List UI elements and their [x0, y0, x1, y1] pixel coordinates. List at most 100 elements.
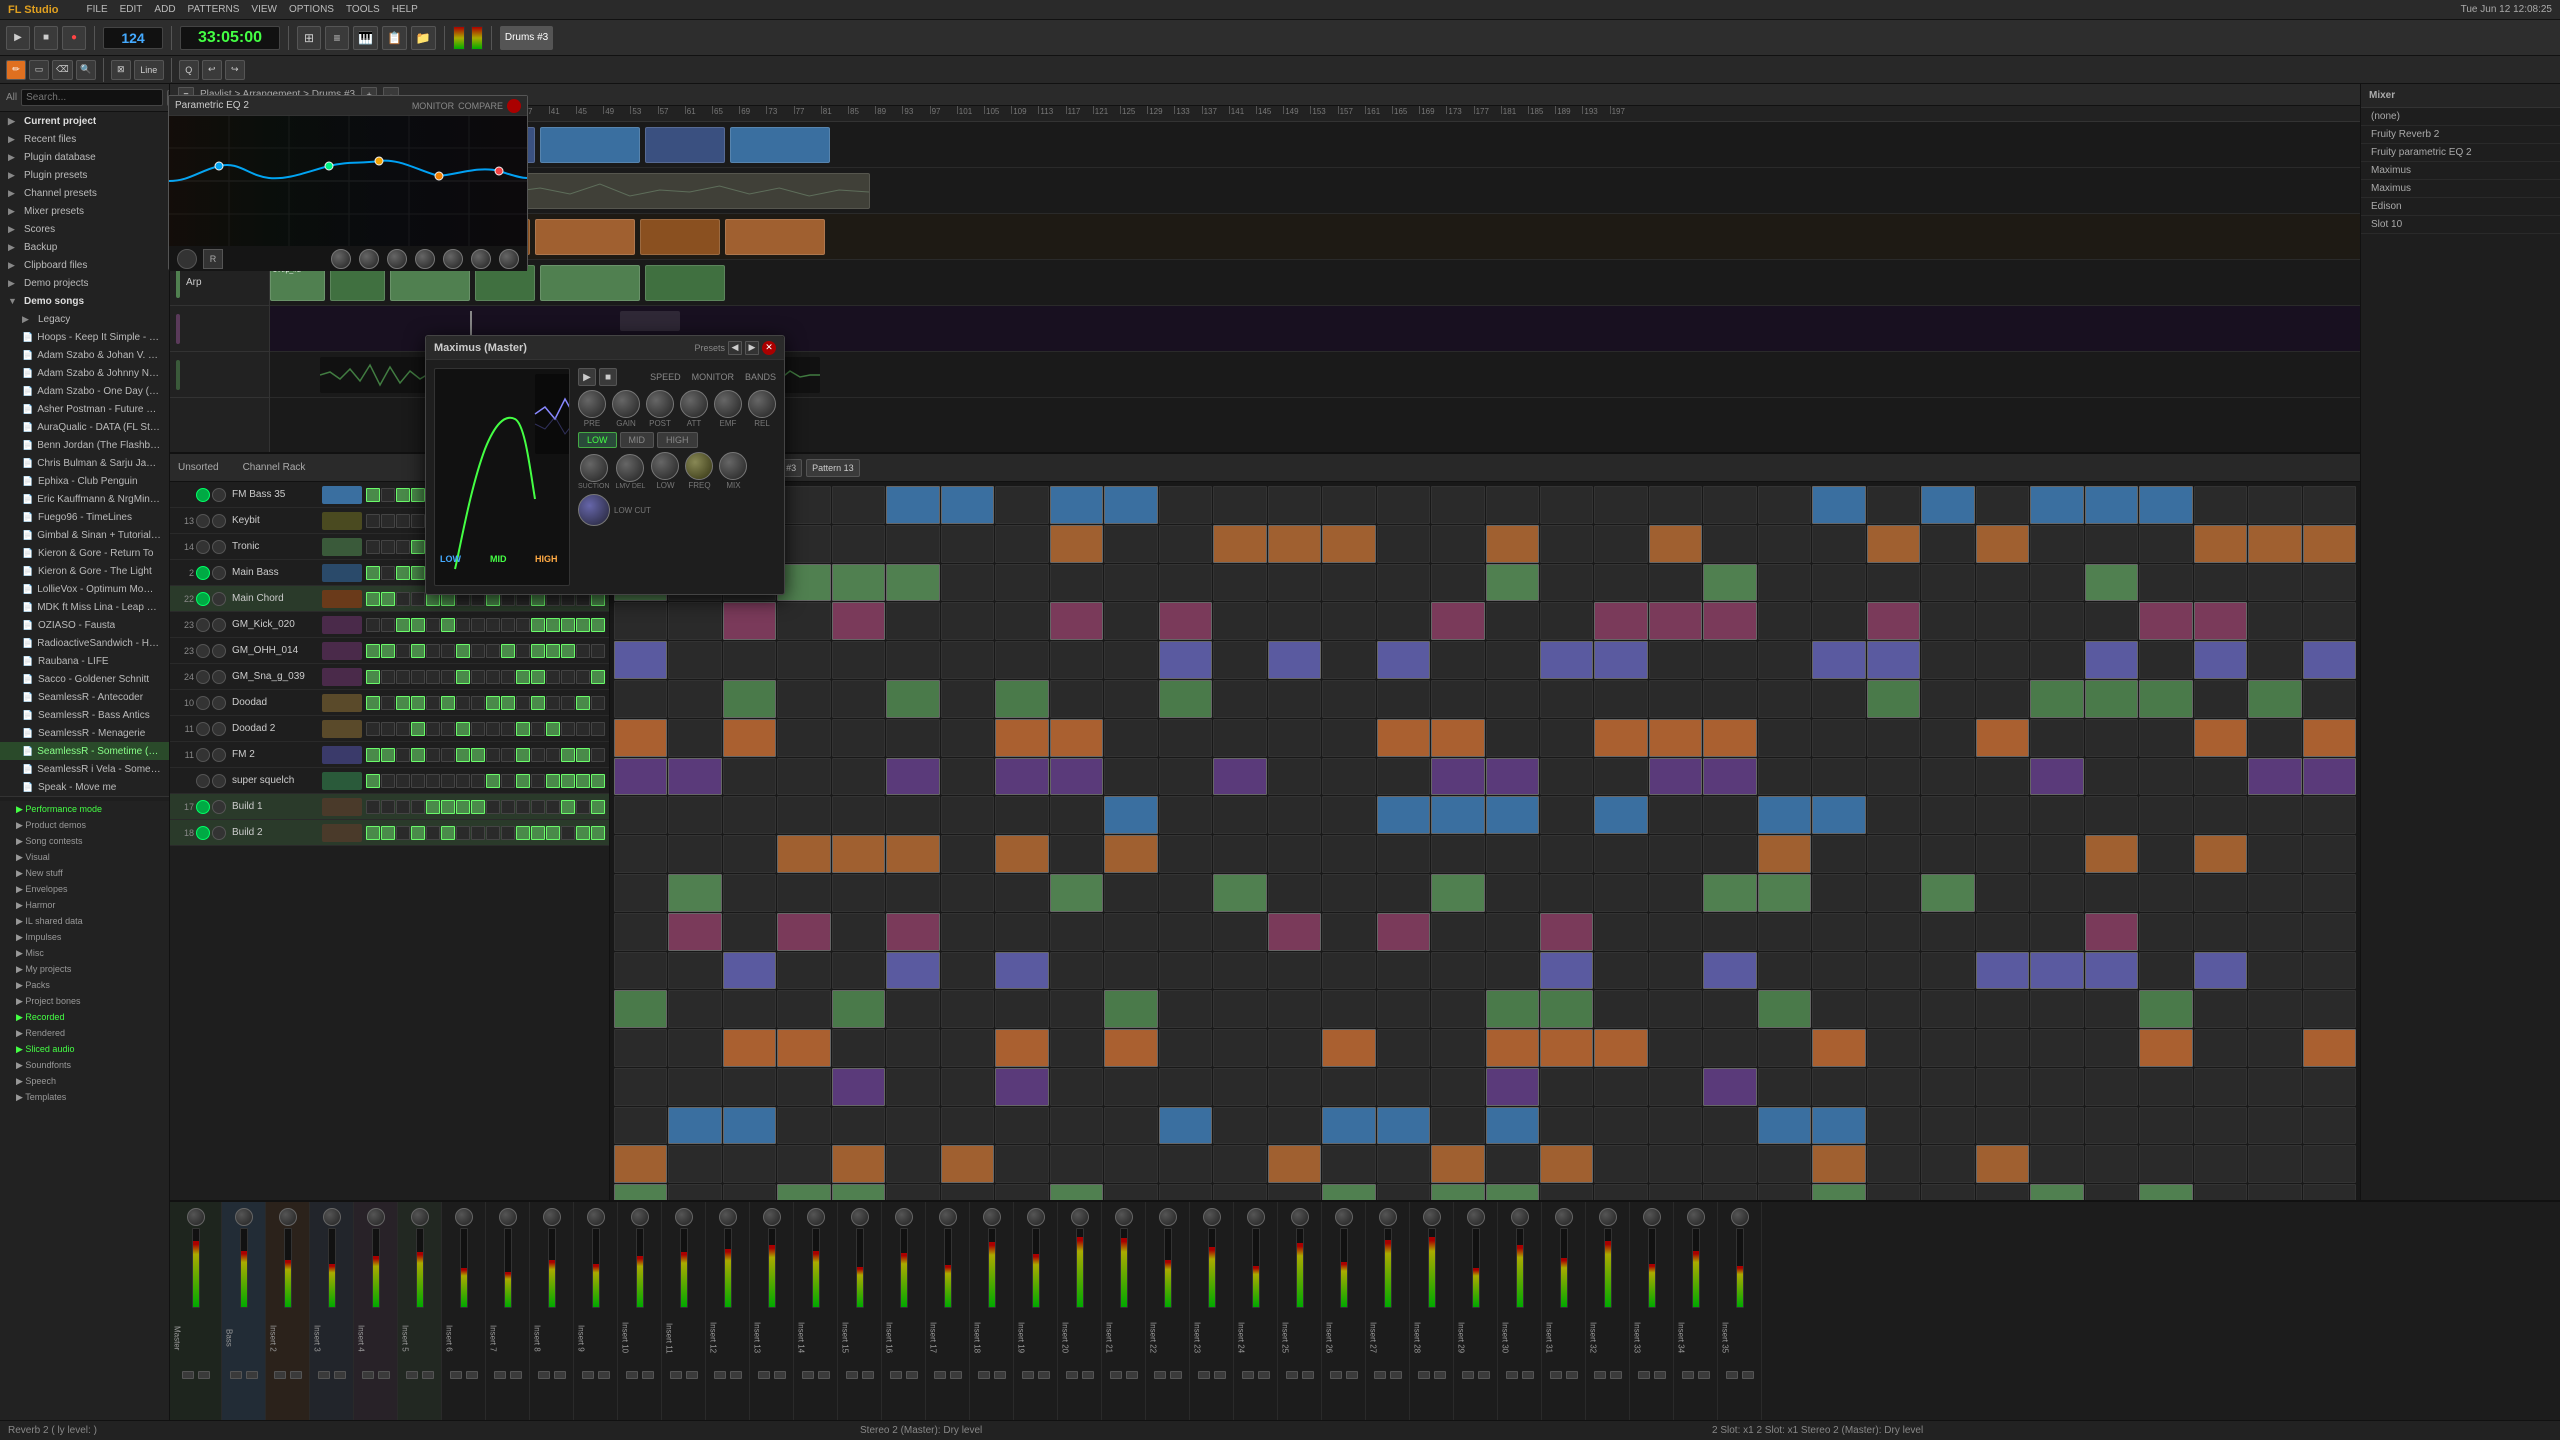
- step-grid-btn-12-13[interactable]: [1322, 952, 1375, 990]
- step-grid-btn-8-19[interactable]: [1649, 796, 1702, 834]
- step-grid-btn-12-5[interactable]: [886, 952, 939, 990]
- mixer-pan-knob-8[interactable]: [543, 1208, 561, 1226]
- step-btn-2-3[interactable]: [411, 540, 425, 554]
- step-grid-btn-0-25[interactable]: [1976, 486, 2029, 524]
- step-grid-btn-5-28[interactable]: [2139, 680, 2192, 718]
- step-grid-btn-12-11[interactable]: [1213, 952, 1266, 990]
- step-grid-btn-6-28[interactable]: [2139, 719, 2192, 757]
- step-grid-btn-10-7[interactable]: [995, 874, 1048, 912]
- browser-item-0[interactable]: ▶Current project: [0, 112, 169, 130]
- mixer-solo-btn-32[interactable]: [1594, 1371, 1606, 1379]
- maximus-low-band-btn[interactable]: LOW: [578, 432, 617, 448]
- step-grid-btn-11-6[interactable]: [941, 913, 994, 951]
- step-grid-btn-11-15[interactable]: [1431, 913, 1484, 951]
- step-grid-btn-0-13[interactable]: [1322, 486, 1375, 524]
- step-grid-btn-9-23[interactable]: [1867, 835, 1920, 873]
- step-btn-11-1[interactable]: [381, 774, 395, 788]
- step-grid-btn-3-9[interactable]: [1104, 602, 1157, 640]
- step-grid-btn-3-27[interactable]: [2085, 602, 2138, 640]
- step-grid-btn-11-21[interactable]: [1758, 913, 1811, 951]
- browser-item-9[interactable]: ▶Demo projects: [0, 274, 169, 292]
- mixer-solo-btn-25[interactable]: [1286, 1371, 1298, 1379]
- maximus-stop-btn[interactable]: ■: [599, 368, 617, 386]
- maximus-mid-band-btn[interactable]: MID: [620, 432, 655, 448]
- browser-item-22[interactable]: 📄Fuego96 - TimeLines: [0, 508, 169, 526]
- timeline-ruler[interactable]: 1591317212529333741454953576165697377818…: [270, 106, 2360, 122]
- step-grid-btn-1-23[interactable]: [1867, 525, 1920, 563]
- step-grid-btn-12-16[interactable]: [1486, 952, 1539, 990]
- step-btn-7-4[interactable]: [426, 670, 440, 684]
- step-grid-btn-6-4[interactable]: [832, 719, 885, 757]
- step-btn-10-14[interactable]: [576, 748, 590, 762]
- mixer-mute-btn-25[interactable]: [1302, 1371, 1314, 1379]
- step-grid-btn-15-7[interactable]: [995, 1068, 1048, 1106]
- step-grid-btn-9-3[interactable]: [777, 835, 830, 873]
- step-grid-btn-6-16[interactable]: [1486, 719, 1539, 757]
- menu-patterns[interactable]: PATTERNS: [188, 4, 240, 15]
- step-grid-btn-4-24[interactable]: [1921, 641, 1974, 679]
- mixer-mute-btn-18[interactable]: [994, 1371, 1006, 1379]
- step-btn-7-7[interactable]: [471, 670, 485, 684]
- step-grid-btn-13-8[interactable]: [1050, 990, 1103, 1028]
- step-grid-btn-9-16[interactable]: [1486, 835, 1539, 873]
- browser-footer-item-4[interactable]: ▶ New stuff: [0, 865, 169, 881]
- step-grid-btn-9-19[interactable]: [1649, 835, 1702, 873]
- step-grid-btn-7-1[interactable]: [668, 758, 721, 796]
- step-grid-btn-5-18[interactable]: [1594, 680, 1647, 718]
- step-grid-btn-5-8[interactable]: [1050, 680, 1103, 718]
- step-grid-btn-17-25[interactable]: [1976, 1145, 2029, 1183]
- mixer-track-18[interactable]: Insert 18: [970, 1202, 1014, 1420]
- step-btn-11-0[interactable]: [366, 774, 380, 788]
- step-grid-btn-3-5[interactable]: [886, 602, 939, 640]
- ch-mute-btn-10[interactable]: [212, 748, 226, 762]
- mixer-mute-btn-33[interactable]: [1654, 1371, 1666, 1379]
- mixer-solo-btn-24[interactable]: [1242, 1371, 1254, 1379]
- step-grid-btn-0-9[interactable]: [1104, 486, 1157, 524]
- step-grid-btn-12-0[interactable]: [614, 952, 667, 990]
- snap-button[interactable]: ⊠: [111, 60, 131, 80]
- step-grid-btn-12-12[interactable]: [1268, 952, 1321, 990]
- step-grid-btn-15-25[interactable]: [1976, 1068, 2029, 1106]
- step-grid-btn-17-10[interactable]: [1159, 1145, 1212, 1183]
- step-grid-btn-2-4[interactable]: [832, 564, 885, 602]
- step-grid-btn-15-30[interactable]: [2248, 1068, 2301, 1106]
- step-btn-4-2[interactable]: [396, 592, 410, 606]
- step-grid-btn-16-26[interactable]: [2030, 1107, 2083, 1145]
- browser-item-14[interactable]: 📄Adam Szabo & Johnny Norberg - I Wanna B…: [0, 364, 169, 382]
- step-btn-4-3[interactable]: [411, 592, 425, 606]
- step-grid-btn-17-11[interactable]: [1213, 1145, 1266, 1183]
- mixer-solo-btn-20[interactable]: [1066, 1371, 1078, 1379]
- track-label-6[interactable]: [170, 352, 269, 398]
- step-btn-7-15[interactable]: [591, 670, 605, 684]
- step-btn-10-5[interactable]: [441, 748, 455, 762]
- step-grid-btn-8-9[interactable]: [1104, 796, 1157, 834]
- step-grid-btn-12-29[interactable]: [2194, 952, 2247, 990]
- ch-mute-btn-9[interactable]: [212, 722, 226, 736]
- insert-slot-eq[interactable]: Fruity parametric EQ 2: [2361, 144, 2560, 162]
- channel-row-8[interactable]: 10 Doodad: [170, 690, 609, 716]
- step-grid-btn-1-3[interactable]: [777, 525, 830, 563]
- step-grid-btn-8-4[interactable]: [832, 796, 885, 834]
- step-grid-btn-1-15[interactable]: [1431, 525, 1484, 563]
- step-grid-btn-15-9[interactable]: [1104, 1068, 1157, 1106]
- step-grid-btn-1-31[interactable]: [2303, 525, 2356, 563]
- step-grid-btn-1-21[interactable]: [1758, 525, 1811, 563]
- step-btn-1-3[interactable]: [411, 514, 425, 528]
- step-grid-btn-13-5[interactable]: [886, 990, 939, 1028]
- step-grid-btn-0-5[interactable]: [886, 486, 939, 524]
- step-grid-btn-14-7[interactable]: [995, 1029, 1048, 1067]
- step-grid-btn-5-23[interactable]: [1867, 680, 1920, 718]
- step-btn-13-1[interactable]: [381, 826, 395, 840]
- step-btn-10-0[interactable]: [366, 748, 380, 762]
- step-grid-btn-1-30[interactable]: [2248, 525, 2301, 563]
- step-btn-5-14[interactable]: [576, 618, 590, 632]
- step-grid-btn-8-21[interactable]: [1758, 796, 1811, 834]
- step-grid-btn-1-24[interactable]: [1921, 525, 1974, 563]
- step-grid-btn-15-2[interactable]: [723, 1068, 776, 1106]
- menu-view[interactable]: VIEW: [251, 4, 277, 15]
- step-grid-btn-16-1[interactable]: [668, 1107, 721, 1145]
- step-grid-btn-6-18[interactable]: [1594, 719, 1647, 757]
- insert-slot-reverb[interactable]: Fruity Reverb 2: [2361, 126, 2560, 144]
- maximus-high-band-btn[interactable]: HIGH: [657, 432, 698, 448]
- step-grid-btn-16-9[interactable]: [1104, 1107, 1157, 1145]
